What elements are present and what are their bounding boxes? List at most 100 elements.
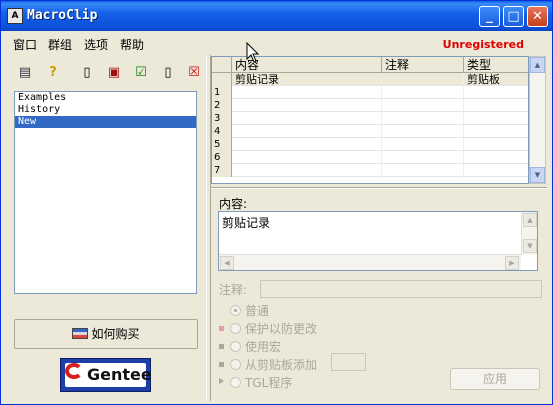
table-row[interactable]: 2 <box>212 99 528 112</box>
option-protect-label: 保护以防更改 <box>245 322 318 336</box>
cell-type <box>464 112 528 125</box>
maximize-button[interactable]: □ <box>503 6 524 27</box>
help-icon[interactable]: ? <box>43 62 63 84</box>
group-item-history[interactable]: History <box>15 104 196 116</box>
expand-triangle-icon <box>219 378 224 384</box>
table-row[interactable]: 剪贴记录 剪贴板 <box>212 73 528 86</box>
content-value: 剪贴记录 <box>222 216 271 230</box>
grid-scrollbar[interactable]: ▲ ▼ <box>529 56 546 184</box>
clip-grid[interactable]: 内容 注释 类型 剪贴记录 剪贴板 1 2 3 4 5 6 7 <box>211 56 529 184</box>
content-hscroll[interactable]: ◀ ▶ <box>219 254 521 270</box>
registration-status: Unregistered <box>442 38 524 51</box>
protect-marker-icon <box>219 326 224 331</box>
check-icon[interactable]: ☑ <box>131 62 151 84</box>
option-tgl-program[interactable]: TGL程序 <box>230 374 292 391</box>
cell-type <box>464 151 528 164</box>
delete-icon[interactable]: ☒ <box>184 62 204 84</box>
cell-note <box>382 99 464 112</box>
cell-content <box>232 112 382 125</box>
minimize-button[interactable]: _ <box>479 6 500 27</box>
table-row[interactable]: 6 <box>212 151 528 164</box>
radio-tgl-program[interactable] <box>230 377 241 388</box>
horizontal-splitter[interactable] <box>211 187 547 189</box>
title-bar[interactable]: A MacroClip _ □ ✕ <box>1 1 552 31</box>
row-number: 7 <box>212 164 232 177</box>
radio-normal[interactable] <box>230 305 241 316</box>
group-list[interactable]: Examples History New <box>14 91 197 294</box>
content-vscroll[interactable]: ▲ ▼ <box>521 212 537 255</box>
cell-note <box>382 164 464 177</box>
radio-protect[interactable] <box>230 323 241 334</box>
option-tgl-program-label: TGL程序 <box>245 376 293 390</box>
cell-note <box>382 138 464 151</box>
content-scroll-left-icon[interactable]: ◀ <box>220 256 234 270</box>
credit-card-icon <box>72 328 89 339</box>
content-scroll-right-icon[interactable]: ▶ <box>505 256 519 270</box>
menu-options[interactable]: 选项 <box>84 36 108 53</box>
radio-use-macro[interactable] <box>230 341 241 352</box>
row-number: 4 <box>212 125 232 138</box>
gentee-logo[interactable]: Gentee <box>60 358 152 392</box>
menu-help[interactable]: 帮助 <box>120 36 144 53</box>
group-item-examples[interactable]: Examples <box>15 92 196 104</box>
table-row[interactable]: 4 <box>212 125 528 138</box>
cell-note <box>382 151 464 164</box>
note-input[interactable] <box>260 280 542 298</box>
menu-bar: 窗口 群组 选项 帮助 Unregistered <box>1 32 552 54</box>
row-number <box>212 73 232 86</box>
row-number: 5 <box>212 138 232 151</box>
macro-marker-icon <box>219 344 224 349</box>
content-textarea[interactable]: 剪贴记录 ▲ ▼ ◀ ▶ <box>218 211 538 271</box>
group-item-new[interactable]: New <box>15 116 196 128</box>
gentee-swirl-icon <box>65 363 83 379</box>
option-use-macro-label: 使用宏 <box>245 340 282 354</box>
cell-note <box>382 86 464 99</box>
option-protect[interactable]: 保护以防更改 <box>230 320 317 337</box>
cell-note <box>382 125 464 138</box>
scroll-up-icon[interactable]: ▲ <box>530 57 545 73</box>
clipboard-count-input[interactable] <box>331 353 366 371</box>
row-number: 2 <box>212 99 232 112</box>
cell-content <box>232 99 382 112</box>
new-icon[interactable]: ▯ <box>77 62 97 84</box>
cell-type <box>464 86 528 99</box>
table-row[interactable]: 1 <box>212 86 528 99</box>
option-normal[interactable]: 普通 <box>230 302 269 319</box>
content-scroll-down-icon[interactable]: ▼ <box>523 239 537 253</box>
close-button[interactable]: ✕ <box>527 6 548 27</box>
table-row[interactable]: 5 <box>212 138 528 151</box>
grid-corner <box>212 57 232 73</box>
cell-content <box>232 151 382 164</box>
toolbar: ▤ ? ▯ ▣ ☑ ▯ ☒ <box>15 62 205 86</box>
app-window: A MacroClip _ □ ✕ 窗口 群组 选项 帮助 Unregister… <box>0 0 553 405</box>
clipboard-marker-icon <box>219 362 224 367</box>
option-add-from-clipboard[interactable]: 从剪贴板添加 <box>230 356 317 373</box>
save-icon[interactable]: ▣ <box>104 62 124 84</box>
how-to-buy-label: 如何购买 <box>91 327 140 341</box>
option-add-from-clipboard-label: 从剪贴板添加 <box>245 358 318 372</box>
cell-content <box>232 164 382 177</box>
cell-note <box>382 112 464 125</box>
cell-content <box>232 125 382 138</box>
cell-type <box>464 164 528 177</box>
apply-button[interactable]: 应用 <box>450 368 540 390</box>
table-row[interactable]: 3 <box>212 112 528 125</box>
content-scroll-up-icon[interactable]: ▲ <box>523 213 537 227</box>
cell-type: 剪贴板 <box>464 73 528 86</box>
menu-window[interactable]: 窗口 <box>13 36 37 53</box>
copy-icon[interactable]: ▯ <box>158 62 178 84</box>
cell-content: 剪贴记录 <box>232 73 382 86</box>
move-to-group-icon[interactable]: ▤ <box>15 62 35 84</box>
how-to-buy-button[interactable]: 如何购买 <box>14 319 198 349</box>
cell-content <box>232 86 382 99</box>
column-type[interactable]: 类型 <box>464 57 528 73</box>
table-row[interactable]: 7 <box>212 164 528 177</box>
cell-note <box>382 73 464 86</box>
cell-content <box>232 138 382 151</box>
radio-add-from-clipboard[interactable] <box>230 359 241 370</box>
option-use-macro[interactable]: 使用宏 <box>230 338 281 355</box>
scroll-down-icon[interactable]: ▼ <box>530 167 545 183</box>
cell-type <box>464 125 528 138</box>
column-note[interactable]: 注释 <box>382 57 464 73</box>
menu-group[interactable]: 群组 <box>48 36 72 53</box>
